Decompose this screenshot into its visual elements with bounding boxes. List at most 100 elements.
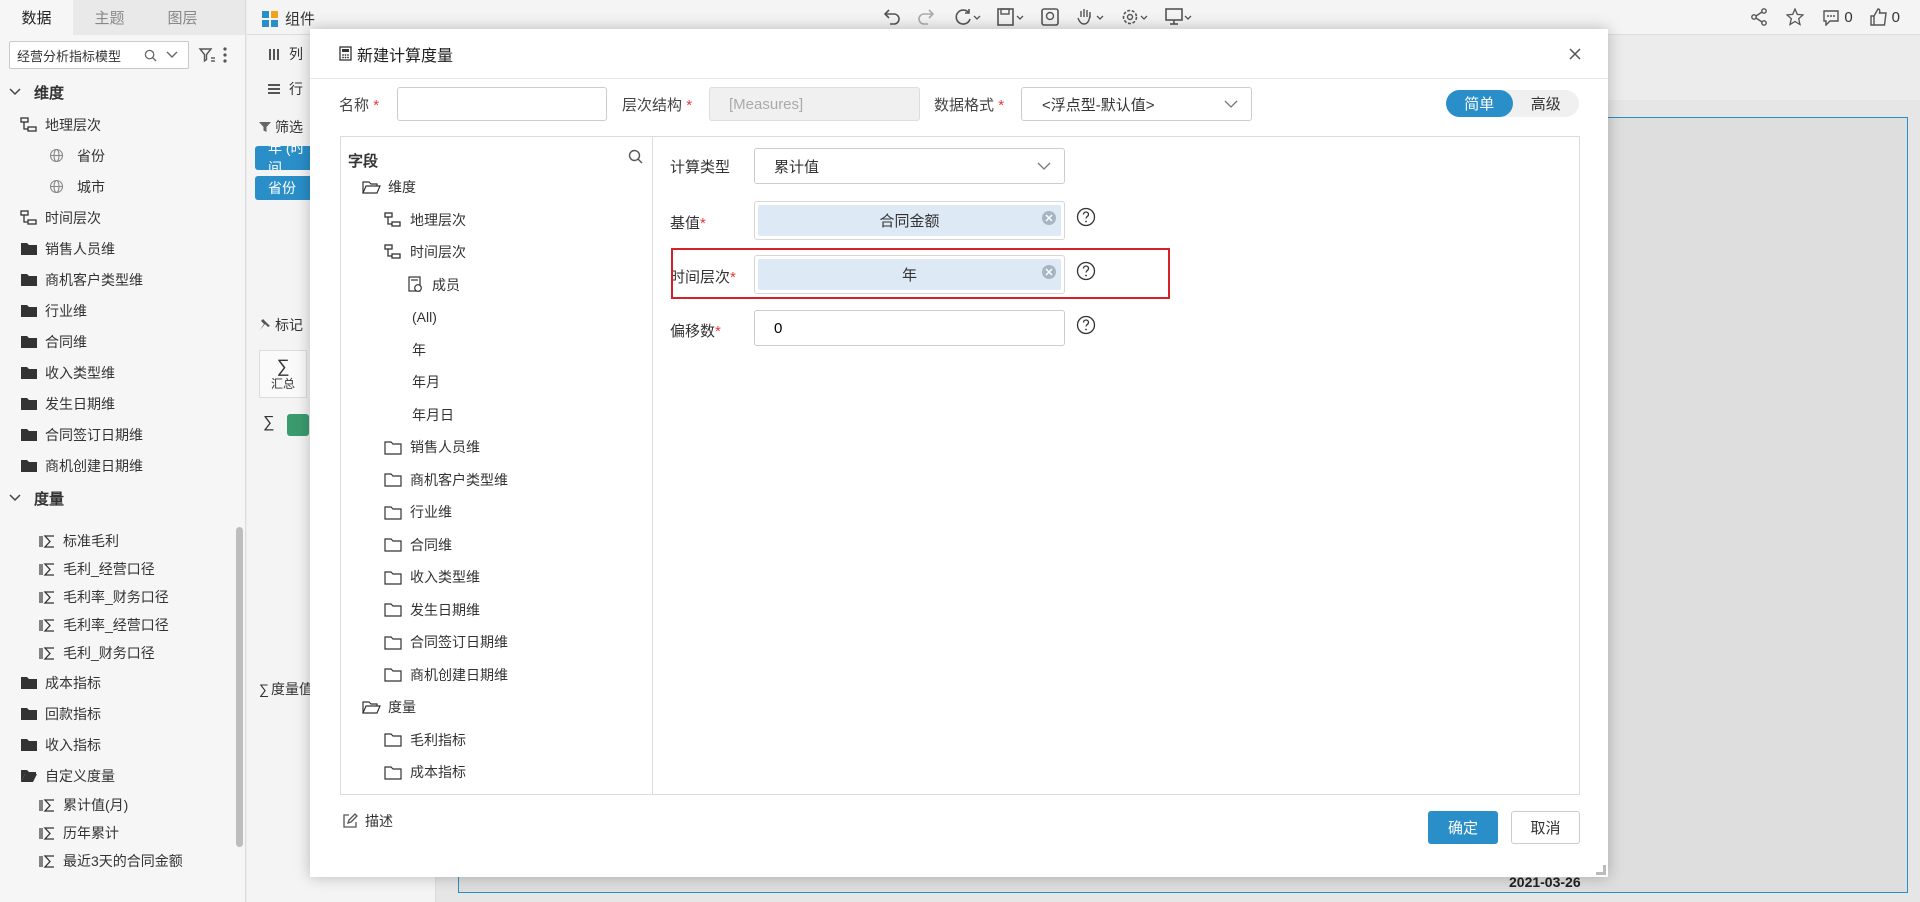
format-select[interactable]: <浮点型-默认值> (1021, 87, 1252, 121)
help-icon[interactable] (1076, 315, 1096, 335)
measure-item-2[interactable]: 毛利率_财务口径 (0, 583, 245, 611)
dimension-item-5[interactable]: 商机客户类型维 (0, 264, 245, 295)
mode-toggle[interactable]: 简单 高级 (1446, 90, 1579, 117)
field-node-5[interactable]: 年 (412, 337, 426, 363)
measure-item-11[interactable]: 最近3天的合同金额 (0, 847, 245, 875)
model-select[interactable]: 经营分析指标模型 (9, 41, 189, 69)
help-icon[interactable] (1076, 207, 1096, 227)
name-input[interactable] (397, 87, 607, 121)
summary-mark[interactable]: ∑ 汇总 (259, 350, 307, 398)
field-node-12[interactable]: 收入类型维 (383, 564, 480, 590)
field-node-4[interactable]: (All) (412, 304, 437, 330)
field-node-17[interactable]: 毛利指标 (383, 727, 466, 753)
measure-item-6[interactable]: 回款指标 (0, 698, 245, 729)
redo-icon[interactable] (916, 7, 938, 27)
field-node-0[interactable]: 维度 (361, 174, 416, 200)
field-node-11[interactable]: 合同维 (383, 532, 452, 558)
filter-label: 筛选 (275, 119, 303, 135)
measure-item-4[interactable]: 毛利_财务口径 (0, 639, 245, 667)
chevron-down-icon (1037, 162, 1051, 171)
comment-button[interactable]: 0 (1821, 7, 1853, 27)
measure-item-1[interactable]: 毛利_经营口径 (0, 555, 245, 583)
share-icon[interactable] (1749, 7, 1769, 27)
offset-label: 偏移数* (670, 323, 721, 340)
dimension-item-0[interactable]: 地理层次 (0, 109, 245, 140)
star-icon[interactable] (1785, 7, 1805, 27)
field-node-10[interactable]: 行业维 (383, 499, 452, 525)
mode-advanced-button[interactable]: 高级 (1513, 90, 1580, 117)
component-button[interactable]: 组件 (260, 8, 315, 29)
ok-button[interactable]: 确定 (1428, 811, 1498, 844)
dimension-item-7[interactable]: 合同维 (0, 326, 245, 357)
measure-section-header[interactable]: 度量 (0, 481, 245, 515)
filter-settings-icon[interactable] (197, 45, 217, 65)
gear-icon[interactable] (1120, 7, 1150, 27)
dimension-section-header[interactable]: 维度 (0, 75, 245, 109)
dimension-item-11[interactable]: 商机创建日期维 (0, 450, 245, 481)
tab-layer[interactable]: 图层 (146, 0, 219, 35)
measure-values-shelf[interactable]: ∑ 度量值 (259, 679, 313, 699)
columns-shelf[interactable]: 列 (265, 44, 303, 64)
measure-item-3[interactable]: 毛利率_经营口径 (0, 611, 245, 639)
marks-shelf[interactable]: 标记 (257, 315, 303, 335)
cancel-button[interactable]: 取消 (1511, 811, 1580, 844)
field-node-6[interactable]: 年月 (412, 369, 440, 395)
calc-type-select[interactable]: 累计值 (754, 148, 1065, 184)
describe-button[interactable]: 描述 (341, 811, 393, 831)
chevron-down-icon[interactable] (164, 47, 180, 63)
measure-item-5[interactable]: 成本指标 (0, 667, 245, 698)
filter-shelf[interactable]: 筛选 (258, 117, 303, 137)
monitor-icon[interactable] (1164, 7, 1194, 27)
base-field[interactable]: 合同金额 (754, 201, 1065, 240)
dimension-item-6[interactable]: 行业维 (0, 295, 245, 326)
resize-handle-icon[interactable] (1596, 865, 1606, 875)
measure-item-9[interactable]: 累计值(月) (0, 791, 245, 819)
rows-shelf[interactable]: 行 (265, 79, 303, 99)
measure-pill[interactable] (287, 414, 309, 436)
field-node-1[interactable]: 地理层次 (383, 207, 466, 233)
close-icon[interactable] (1564, 43, 1586, 65)
tab-data[interactable]: 数据 (0, 0, 73, 35)
dimension-item-2[interactable]: 城市 (0, 171, 245, 202)
measure-item-10[interactable]: 历年累计 (0, 819, 245, 847)
offset-input[interactable] (754, 310, 1065, 346)
field-node-13[interactable]: 发生日期维 (383, 597, 480, 623)
field-node-16[interactable]: 度量 (361, 694, 416, 720)
like-button[interactable]: 0 (1869, 7, 1900, 27)
field-node-8[interactable]: 销售人员维 (383, 434, 480, 460)
field-tree-panel: 字段 维度 地理层次 时间层次 成员 (All) 年年月 年月日 销售人员维 商机客户类型维 行业… (340, 136, 653, 795)
field-node-15[interactable]: 商机创建日期维 (383, 662, 508, 688)
preview-icon[interactable] (1040, 7, 1062, 27)
filter-pill-year[interactable]: 年 (时间 (255, 146, 315, 170)
measure-item-8[interactable]: 自定义度量 (0, 760, 245, 791)
field-node-18[interactable]: 成本指标 (383, 759, 466, 785)
clear-icon[interactable] (1041, 210, 1057, 226)
dimension-item-8[interactable]: 收入类型维 (0, 357, 245, 388)
search-icon[interactable] (626, 147, 644, 165)
search-icon[interactable] (142, 47, 158, 63)
field-node-2[interactable]: 时间层次 (383, 239, 466, 265)
hand-icon[interactable] (1076, 7, 1106, 27)
more-icon[interactable] (220, 45, 230, 65)
save-icon[interactable] (996, 7, 1026, 27)
dimension-item-1[interactable]: 省份 (0, 140, 245, 171)
folder-icon (383, 503, 403, 521)
measure-item-7[interactable]: 收入指标 (0, 729, 245, 760)
measure-item-0[interactable]: 标准毛利 (0, 527, 245, 555)
field-node-9[interactable]: 商机客户类型维 (383, 467, 508, 493)
tab-theme[interactable]: 主题 (73, 0, 146, 35)
field-node-3[interactable]: 成员 (405, 272, 460, 298)
dimension-item-4[interactable]: 销售人员维 (0, 233, 245, 264)
sigma-icon (38, 796, 56, 814)
scrollbar[interactable] (236, 527, 243, 847)
field-node-7[interactable]: 年月日 (412, 402, 454, 428)
filter-pill-province[interactable]: 省份 (255, 176, 315, 200)
dimension-item-label: 合同签订日期维 (45, 426, 143, 443)
mode-simple-button[interactable]: 简单 (1446, 90, 1513, 117)
dimension-item-3[interactable]: 时间层次 (0, 202, 245, 233)
undo-icon[interactable] (880, 7, 902, 27)
dimension-item-10[interactable]: 合同签订日期维 (0, 419, 245, 450)
refresh-icon[interactable] (952, 7, 982, 27)
dimension-item-9[interactable]: 发生日期维 (0, 388, 245, 419)
field-node-14[interactable]: 合同签订日期维 (383, 629, 508, 655)
